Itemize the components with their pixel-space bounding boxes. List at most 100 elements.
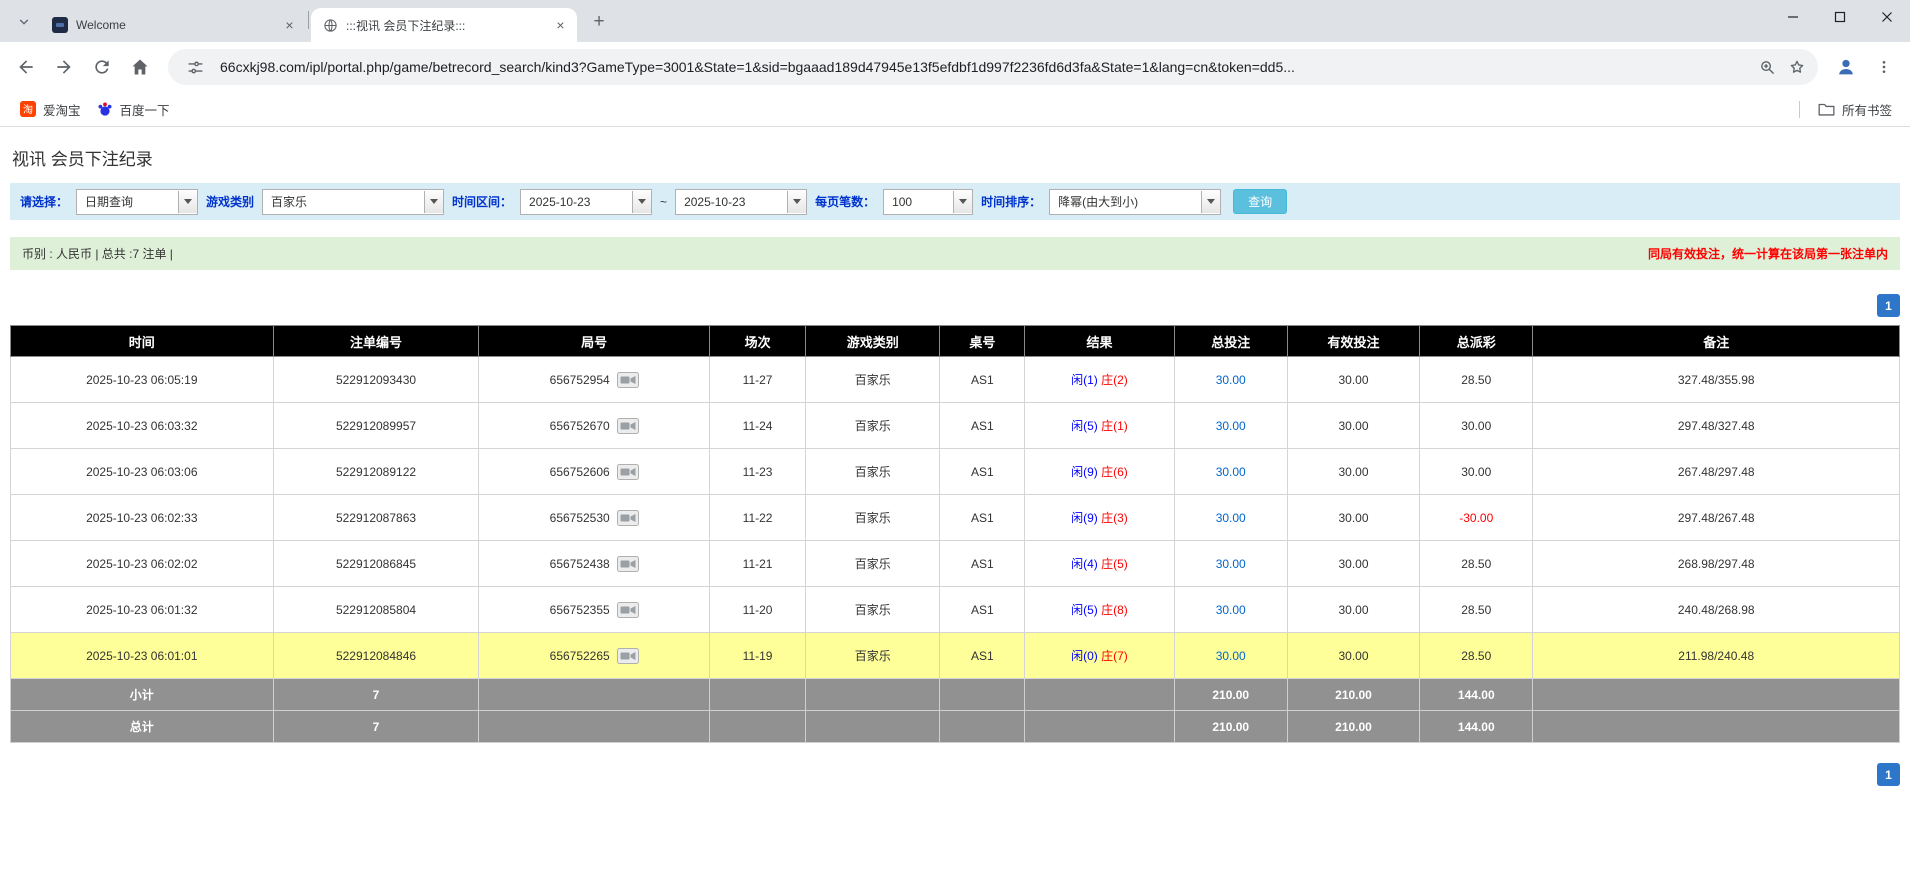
- site-info-icon[interactable]: [180, 52, 210, 82]
- cell-time: 2025-10-23 06:02:33: [11, 495, 274, 541]
- select-mode-label: 请选择：: [20, 193, 68, 210]
- combo-arrow-icon[interactable]: [1201, 191, 1220, 213]
- col-header-table-no: 桌号: [940, 326, 1025, 357]
- video-replay-icon[interactable]: [617, 372, 639, 388]
- combo-arrow-icon[interactable]: [953, 191, 972, 213]
- back-button[interactable]: [8, 49, 44, 85]
- profile-avatar-icon[interactable]: [1828, 49, 1864, 85]
- total-bet-link[interactable]: 30.00: [1216, 419, 1246, 433]
- game-type-select[interactable]: 百家乐: [262, 189, 444, 215]
- tab-welcome[interactable]: Welcome ×: [40, 8, 306, 42]
- grand-total-row: 总计 7 210.00 210.00 144.00: [11, 711, 1900, 743]
- cell-bet-id: 522912086845: [273, 541, 479, 587]
- svg-text:淘: 淘: [23, 103, 33, 116]
- cell-total-bet: 30.00: [1174, 403, 1287, 449]
- video-replay-icon[interactable]: [617, 556, 639, 572]
- query-mode-value: 日期查询: [77, 193, 178, 210]
- search-button[interactable]: 查询: [1233, 189, 1287, 214]
- video-replay-icon[interactable]: [617, 648, 639, 664]
- col-header-round: 局号: [479, 326, 709, 357]
- welcome-tab-favicon: [52, 17, 68, 33]
- result-player: 闲(5): [1071, 419, 1098, 433]
- round-number: 656752355: [550, 603, 610, 617]
- query-mode-select[interactable]: 日期查询: [76, 189, 198, 215]
- total-bet-link[interactable]: 30.00: [1216, 465, 1246, 479]
- cell-table-no: AS1: [940, 449, 1025, 495]
- video-replay-icon[interactable]: [617, 418, 639, 434]
- top-pager: 1: [10, 294, 1900, 317]
- round-number: 656752670: [550, 419, 610, 433]
- total-bet-link[interactable]: 30.00: [1216, 649, 1246, 663]
- tab-title: Welcome: [76, 18, 273, 32]
- bookmark-baidu[interactable]: 百度一下: [89, 97, 178, 122]
- forward-button[interactable]: [46, 49, 82, 85]
- tab-title: :::视讯 会员下注纪录:::: [346, 17, 544, 34]
- browser-menu-kebab-icon[interactable]: [1866, 49, 1902, 85]
- page-size-select[interactable]: 100: [883, 189, 973, 215]
- tab-close-icon[interactable]: ×: [281, 17, 298, 34]
- minimize-button[interactable]: [1769, 0, 1816, 34]
- col-header-bet-id: 注单编号: [273, 326, 479, 357]
- page-size-value: 100: [884, 195, 953, 209]
- page-content: 视讯 会员下注纪录 请选择： 日期查询 游戏类别 百家乐 时间区间： 2025-…: [0, 145, 1910, 786]
- cell-session: 11-22: [709, 495, 805, 541]
- combo-arrow-icon[interactable]: [178, 191, 197, 213]
- cell-game-type: 百家乐: [806, 587, 940, 633]
- cell-table-no: AS1: [940, 587, 1025, 633]
- combo-arrow-icon[interactable]: [632, 191, 651, 213]
- round-number: 656752954: [550, 373, 610, 387]
- cell-payout: -30.00: [1420, 495, 1533, 541]
- page-1-button[interactable]: 1: [1877, 763, 1900, 786]
- video-replay-icon[interactable]: [617, 510, 639, 526]
- total-bet-link[interactable]: 30.00: [1216, 603, 1246, 617]
- bookmark-taobao[interactable]: 淘 爱淘宝: [12, 97, 89, 122]
- cell-bet-id: 522912084846: [273, 633, 479, 679]
- date-from-input[interactable]: 2025-10-23: [520, 189, 652, 215]
- close-window-button[interactable]: [1863, 0, 1910, 34]
- url-text[interactable]: 66cxkj98.com/ipl/portal.php/game/betreco…: [220, 59, 1752, 75]
- reload-button[interactable]: [84, 49, 120, 85]
- all-bookmarks-button[interactable]: 所有书签: [1812, 97, 1898, 122]
- taobao-icon: 淘: [20, 101, 36, 117]
- round-number: 656752438: [550, 557, 610, 571]
- table-body: 2025-10-23 06:05:19522912093430656752954…: [11, 357, 1900, 679]
- bookmark-star-icon[interactable]: [1782, 52, 1812, 82]
- subtotal-count: 7: [273, 679, 479, 711]
- result-banker: 庄(1): [1101, 419, 1128, 433]
- sort-order-select[interactable]: 降幂(由大到小): [1049, 189, 1221, 215]
- video-replay-icon[interactable]: [617, 464, 639, 480]
- cell-session: 11-21: [709, 541, 805, 587]
- video-replay-icon[interactable]: [617, 602, 639, 618]
- cell-note: 297.48/327.48: [1533, 403, 1900, 449]
- col-header-valid-bet: 有效投注: [1287, 326, 1419, 357]
- cell-round: 656752265: [479, 633, 709, 679]
- total-bet-link[interactable]: 30.00: [1216, 373, 1246, 387]
- address-bar[interactable]: 66cxkj98.com/ipl/portal.php/game/betreco…: [168, 49, 1818, 85]
- combo-arrow-icon[interactable]: [424, 191, 443, 213]
- tab-close-icon[interactable]: ×: [552, 17, 569, 34]
- result-banker: 庄(2): [1101, 373, 1128, 387]
- date-to-input[interactable]: 2025-10-23: [675, 189, 807, 215]
- tab-search-button[interactable]: [10, 8, 38, 36]
- total-bet-link[interactable]: 30.00: [1216, 511, 1246, 525]
- maximize-button[interactable]: [1816, 0, 1863, 34]
- cell-result: 闲(5) 庄(8): [1025, 587, 1174, 633]
- round-number: 656752606: [550, 465, 610, 479]
- table-row: 2025-10-23 06:02:02522912086845656752438…: [11, 541, 1900, 587]
- cell-note: 211.98/240.48: [1533, 633, 1900, 679]
- combo-arrow-icon[interactable]: [787, 191, 806, 213]
- cell-time: 2025-10-23 06:05:19: [11, 357, 274, 403]
- home-button[interactable]: [122, 49, 158, 85]
- total-bet-link[interactable]: 30.00: [1216, 557, 1246, 571]
- page-1-button[interactable]: 1: [1877, 294, 1900, 317]
- col-header-payout: 总派彩: [1420, 326, 1533, 357]
- col-header-total-bet: 总投注: [1174, 326, 1287, 357]
- tab-betrecord[interactable]: :::视讯 会员下注纪录::: ×: [311, 8, 577, 42]
- time-range-label: 时间区间：: [452, 193, 512, 210]
- cell-valid-bet: 30.00: [1287, 495, 1419, 541]
- folder-icon: [1818, 102, 1835, 117]
- cell-result: 闲(9) 庄(3): [1025, 495, 1174, 541]
- summary-bar: 币别 : 人民币 | 总共 :7 注单 | 同局有效投注，统一计算在该局第一张注…: [10, 237, 1900, 270]
- zoom-icon[interactable]: [1752, 52, 1782, 82]
- new-tab-button[interactable]: +: [585, 8, 613, 36]
